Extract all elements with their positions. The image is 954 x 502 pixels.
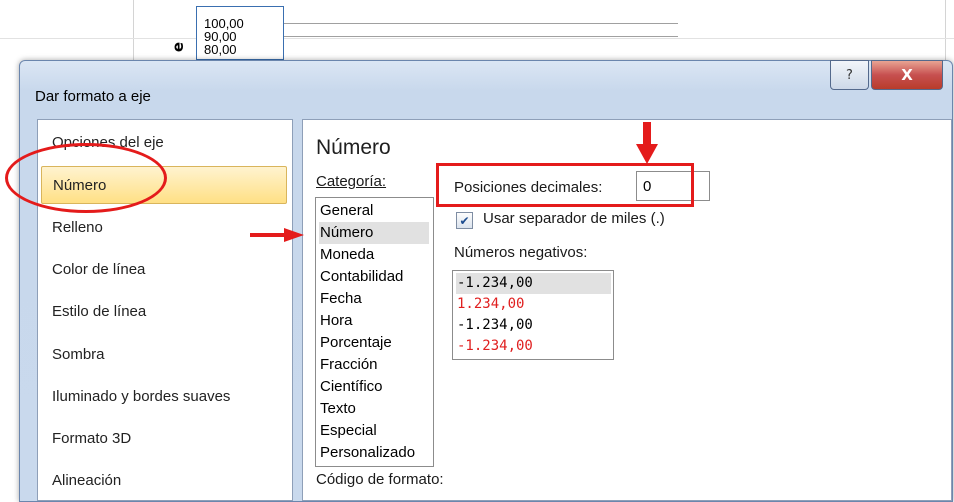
nav-item-line-style[interactable]: Estilo de línea — [41, 293, 287, 331]
checkmark-icon: ✔ — [459, 213, 470, 228]
arrow-down-icon — [636, 122, 658, 164]
axis-tick-label: 80,00 — [204, 42, 237, 57]
category-item[interactable]: Moneda — [319, 244, 429, 266]
category-item[interactable]: Personalizado — [319, 442, 429, 464]
grid-line — [133, 0, 134, 60]
axis-title-fragment: e — [169, 41, 188, 53]
nav-item-glow-soft-edges[interactable]: Iluminado y bordes suaves — [41, 378, 287, 416]
grid-line — [945, 0, 946, 60]
category-item[interactable]: Fecha — [319, 288, 429, 310]
arrow-right-icon — [250, 228, 304, 242]
category-item[interactable]: Porcentaje — [319, 332, 429, 354]
category-list[interactable]: General Número Moneda Contabilidad Fecha… — [315, 197, 434, 467]
category-item[interactable]: General — [319, 200, 429, 222]
category-item-selected[interactable]: Número — [319, 222, 429, 244]
chart-gridline — [284, 36, 678, 37]
category-item[interactable]: Texto — [319, 398, 429, 420]
nav-item-3d-format[interactable]: Formato 3D — [41, 420, 287, 458]
close-button[interactable]: X — [871, 60, 943, 90]
help-button[interactable]: ? — [830, 60, 869, 90]
background-spreadsheet — [0, 0, 954, 60]
category-item[interactable]: Científico — [319, 376, 429, 398]
format-axis-dialog: Dar formato a eje ? X Opciones del eje N… — [19, 60, 953, 502]
negative-numbers-label: Números negativos: — [454, 244, 588, 261]
negative-option[interactable]: 1.234,00 — [456, 294, 611, 315]
negative-option-selected[interactable]: -1.234,00 — [456, 273, 611, 294]
chart-gridline — [284, 23, 678, 24]
format-code-label: Código de formato: — [316, 471, 444, 488]
highlight-box — [436, 163, 694, 207]
grid-line — [0, 38, 954, 39]
nav-item-line-color[interactable]: Color de línea — [41, 251, 287, 289]
panel-title: Número — [316, 136, 391, 159]
category-item[interactable]: Fracción — [319, 354, 429, 376]
highlight-ellipse — [5, 143, 167, 213]
category-item[interactable]: Especial — [319, 420, 429, 442]
nav-item-shadow[interactable]: Sombra — [41, 336, 287, 374]
negative-numbers-list[interactable]: -1.234,00 1.234,00 -1.234,00 -1.234,00 — [452, 270, 614, 360]
negative-option[interactable]: -1.234,00 — [456, 315, 611, 336]
category-label: Categoría: — [316, 173, 387, 190]
close-icon: X — [901, 66, 913, 84]
category-item[interactable]: Contabilidad — [319, 266, 429, 288]
thousands-separator-label: Usar separador de miles (.) — [483, 210, 665, 227]
help-icon: ? — [846, 67, 853, 83]
dialog-title: Dar formato a eje — [35, 88, 151, 105]
nav-item-alignment[interactable]: Alineación — [41, 462, 287, 500]
negative-option[interactable]: -1.234,00 — [456, 336, 611, 357]
category-item[interactable]: Hora — [319, 310, 429, 332]
thousands-separator-checkbox[interactable]: ✔ — [456, 212, 473, 229]
